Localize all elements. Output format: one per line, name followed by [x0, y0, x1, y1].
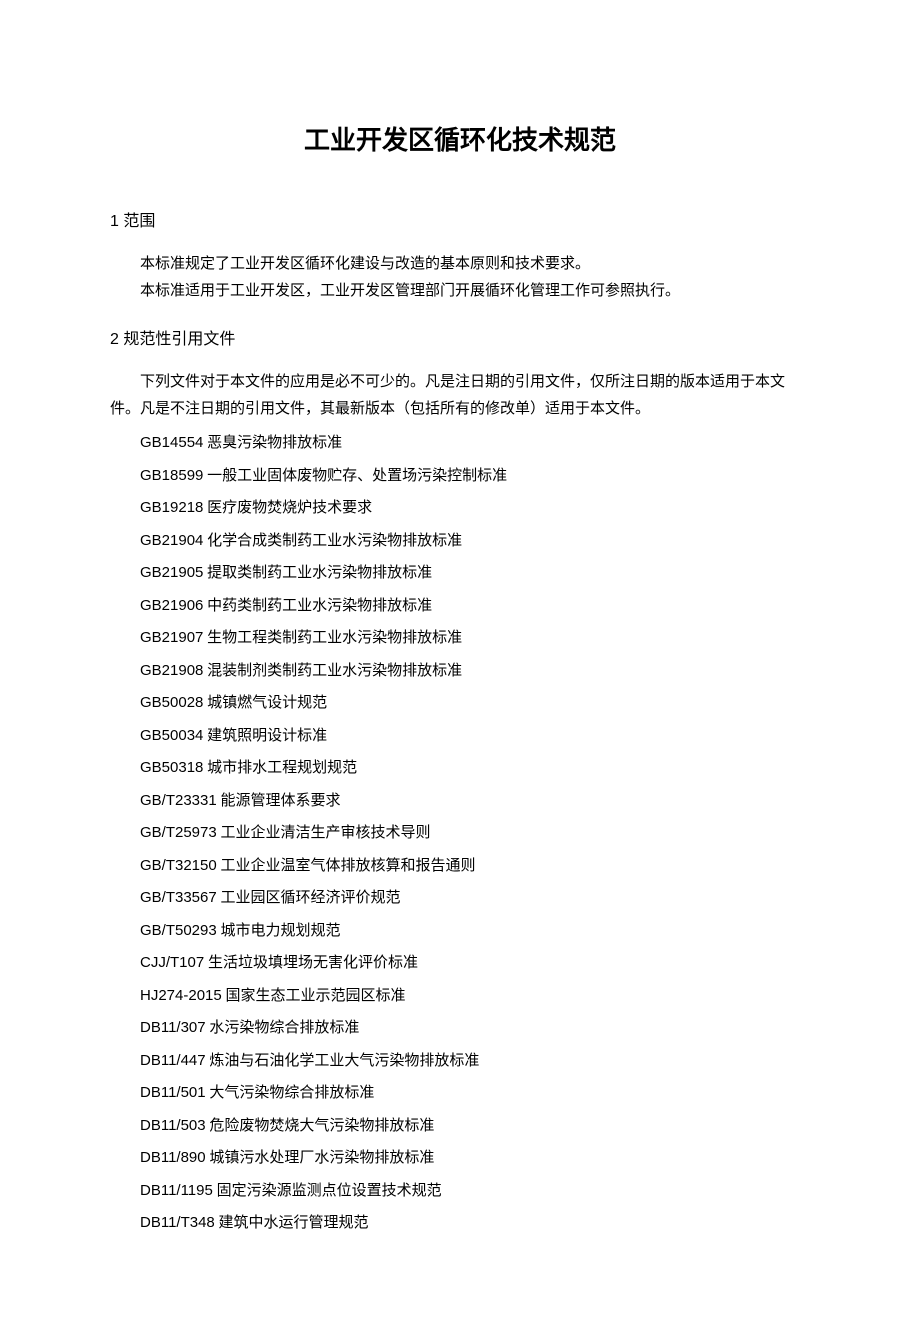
reference-item: CJJ/T107 生活垃圾填埋场无害化评价标准: [110, 947, 810, 980]
document-page: 工业开发区循环化技术规范 1 范围 本标准规定了工业开发区循环化建设与改造的基本…: [0, 0, 920, 1320]
reference-title: 恶臭污染物排放标准: [203, 435, 342, 451]
reference-code: GB/T23331: [140, 792, 217, 809]
reference-item: GB/T23331 能源管理体系要求: [110, 785, 810, 818]
reference-title: 炼油与石油化学工业大气污染物排放标准: [206, 1053, 480, 1069]
reference-code: GB/T50293: [140, 922, 217, 939]
reference-title: 中药类制药工业水污染物排放标准: [203, 598, 432, 614]
reference-item: GB/T50293 城市电力规划规范: [110, 915, 810, 948]
reference-title: 生物工程类制药工业水污染物排放标准: [203, 630, 462, 646]
reference-item: HJ274-2015 国家生态工业示范园区标准: [110, 980, 810, 1013]
reference-item: DB11/503 危险废物焚烧大气污染物排放标准: [110, 1110, 810, 1143]
reference-title: 建筑照明设计标准: [203, 728, 327, 744]
reference-code: DB11/T348: [140, 1214, 215, 1231]
reference-code: DB11/501: [140, 1084, 206, 1101]
reference-title: 工业企业温室气体排放核算和报告通则: [217, 858, 476, 874]
reference-title: 工业园区循环经济评价规范: [217, 890, 401, 906]
reference-title: 提取类制药工业水污染物排放标准: [203, 565, 432, 581]
reference-code: GB14554: [140, 434, 203, 451]
reference-title: 危险废物焚烧大气污染物排放标准: [206, 1118, 435, 1134]
reference-code: HJ274-2015: [140, 987, 222, 1004]
reference-item: GB21907 生物工程类制药工业水污染物排放标准: [110, 622, 810, 655]
reference-title: 城市排水工程规划规范: [203, 760, 357, 776]
reference-title: 城镇燃气设计规范: [203, 695, 327, 711]
reference-code: GB21908: [140, 662, 203, 679]
reference-title: 工业企业清洁生产审核技术导则: [217, 825, 431, 841]
reference-title: 水污染物综合排放标准: [206, 1020, 360, 1036]
reference-code: GB21906: [140, 597, 203, 614]
reference-item: DB11/T348 建筑中水运行管理规范: [110, 1207, 810, 1240]
scope-paragraph: 本标准适用于工业开发区，工业开发区管理部门开展循环化管理工作可参照执行。: [110, 278, 810, 305]
reference-item: DB11/1195 固定污染源监测点位设置技术规范: [110, 1175, 810, 1208]
reference-item: GB/T32150 工业企业温室气体排放核算和报告通则: [110, 850, 810, 883]
reference-item: GB21905 提取类制药工业水污染物排放标准: [110, 557, 810, 590]
reference-item: GB50034 建筑照明设计标准: [110, 720, 810, 753]
reference-code: GB19218: [140, 499, 203, 516]
reference-item: GB50028 城镇燃气设计规范: [110, 687, 810, 720]
reference-code: GB21907: [140, 629, 203, 646]
reference-item: DB11/890 城镇污水处理厂水污染物排放标准: [110, 1142, 810, 1175]
reference-item: DB11/447 炼油与石油化学工业大气污染物排放标准: [110, 1045, 810, 1078]
reference-item: GB/T33567 工业园区循环经济评价规范: [110, 882, 810, 915]
document-title: 工业开发区循环化技术规范: [110, 120, 810, 157]
reference-code: GB50318: [140, 759, 203, 776]
reference-code: GB50034: [140, 727, 203, 744]
reference-code: GB/T25973: [140, 824, 217, 841]
reference-title: 混装制剂类制药工业水污染物排放标准: [203, 663, 462, 679]
reference-title: 生活垃圾填埋场无害化评价标准: [204, 955, 418, 971]
reference-item: GB/T25973 工业企业清洁生产审核技术导则: [110, 817, 810, 850]
reference-code: GB50028: [140, 694, 203, 711]
reference-title: 城镇污水处理厂水污染物排放标准: [206, 1150, 435, 1166]
reference-code: GB/T32150: [140, 857, 217, 874]
scope-paragraph: 本标准规定了工业开发区循环化建设与改造的基本原则和技术要求。: [110, 251, 810, 278]
reference-item: GB19218 医疗废物焚烧炉技术要求: [110, 492, 810, 525]
reference-code: DB11/1195: [140, 1182, 213, 1199]
section-heading-scope: 1 范围: [110, 207, 810, 231]
reference-item: DB11/501 大气污染物综合排放标准: [110, 1077, 810, 1110]
reference-title: 化学合成类制药工业水污染物排放标准: [203, 533, 462, 549]
reference-title: 固定污染源监测点位设置技术规范: [213, 1183, 442, 1199]
reference-item: GB14554 恶臭污染物排放标准: [110, 427, 810, 460]
reference-title: 国家生态工业示范园区标准: [222, 988, 406, 1004]
reference-item: GB50318 城市排水工程规划规范: [110, 752, 810, 785]
reference-item: GB21904 化学合成类制药工业水污染物排放标准: [110, 525, 810, 558]
reference-title: 大气污染物综合排放标准: [206, 1085, 375, 1101]
reference-code: DB11/890: [140, 1149, 206, 1166]
reference-title: 建筑中水运行管理规范: [215, 1215, 369, 1231]
reference-code: GB21904: [140, 532, 203, 549]
reference-title: 医疗废物焚烧炉技术要求: [203, 500, 372, 516]
reference-item: DB11/307 水污染物综合排放标准: [110, 1012, 810, 1045]
reference-code: DB11/447: [140, 1052, 206, 1069]
section-heading-references: 2 规范性引用文件: [110, 325, 810, 349]
reference-code: DB11/503: [140, 1117, 206, 1134]
reference-item: GB21908 混装制剂类制药工业水污染物排放标准: [110, 655, 810, 688]
reference-title: 城市电力规划规范: [217, 923, 341, 939]
reference-title: 一般工业固体废物贮存、处置场污染控制标准: [203, 468, 507, 484]
reference-code: GB21905: [140, 564, 203, 581]
references-intro: 下列文件对于本文件的应用是必不可少的。凡是注日期的引用文件，仅所注日期的版本适用…: [110, 369, 810, 423]
reference-code: CJJ/T107: [140, 954, 204, 971]
reference-code: GB/T33567: [140, 889, 217, 906]
reference-code: GB18599: [140, 467, 203, 484]
reference-item: GB18599 一般工业固体废物贮存、处置场污染控制标准: [110, 460, 810, 493]
reference-title: 能源管理体系要求: [217, 793, 341, 809]
reference-item: GB21906 中药类制药工业水污染物排放标准: [110, 590, 810, 623]
reference-code: DB11/307: [140, 1019, 206, 1036]
references-list: GB14554 恶臭污染物排放标准GB18599 一般工业固体废物贮存、处置场污…: [110, 427, 810, 1240]
